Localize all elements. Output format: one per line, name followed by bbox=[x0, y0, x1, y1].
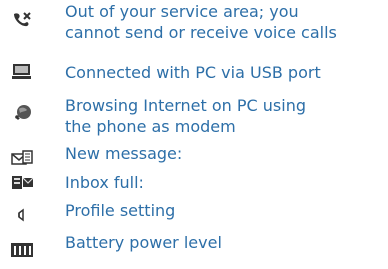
legend-line: Battery power level bbox=[65, 233, 222, 252]
legend-line: Out of your service area; you bbox=[65, 2, 299, 21]
legend-line: Connected with PC via USB port bbox=[65, 63, 321, 82]
legend-line: Inbox full: bbox=[65, 173, 144, 192]
legend-line: cannot send or receive voice calls bbox=[65, 23, 337, 42]
legend-item-text: Battery power level bbox=[65, 232, 385, 253]
legend-item-text: New message: bbox=[65, 143, 385, 164]
inbox-full-icon bbox=[10, 174, 42, 192]
legend-item-text: Inbox full: bbox=[65, 172, 385, 193]
legend-item-text: Connected with PC via USB port bbox=[65, 62, 385, 83]
legend-line: the phone as modem bbox=[65, 117, 236, 136]
battery-level-icon bbox=[10, 241, 42, 259]
new-message-icon bbox=[10, 149, 42, 167]
legend-item-text: Browsing Internet on PC using the phone … bbox=[65, 95, 385, 137]
legend-line: Browsing Internet on PC using bbox=[65, 96, 306, 115]
legend-item-text: Out of your service area; you cannot sen… bbox=[65, 1, 385, 43]
profile-setting-icon bbox=[10, 205, 42, 223]
legend-item-text: Profile setting bbox=[65, 200, 385, 221]
legend-line: Profile setting bbox=[65, 201, 176, 220]
globe-modem-icon bbox=[10, 104, 42, 122]
no-service-icon bbox=[10, 10, 42, 28]
legend-line: New message: bbox=[65, 144, 183, 163]
pc-usb-icon bbox=[10, 62, 42, 80]
